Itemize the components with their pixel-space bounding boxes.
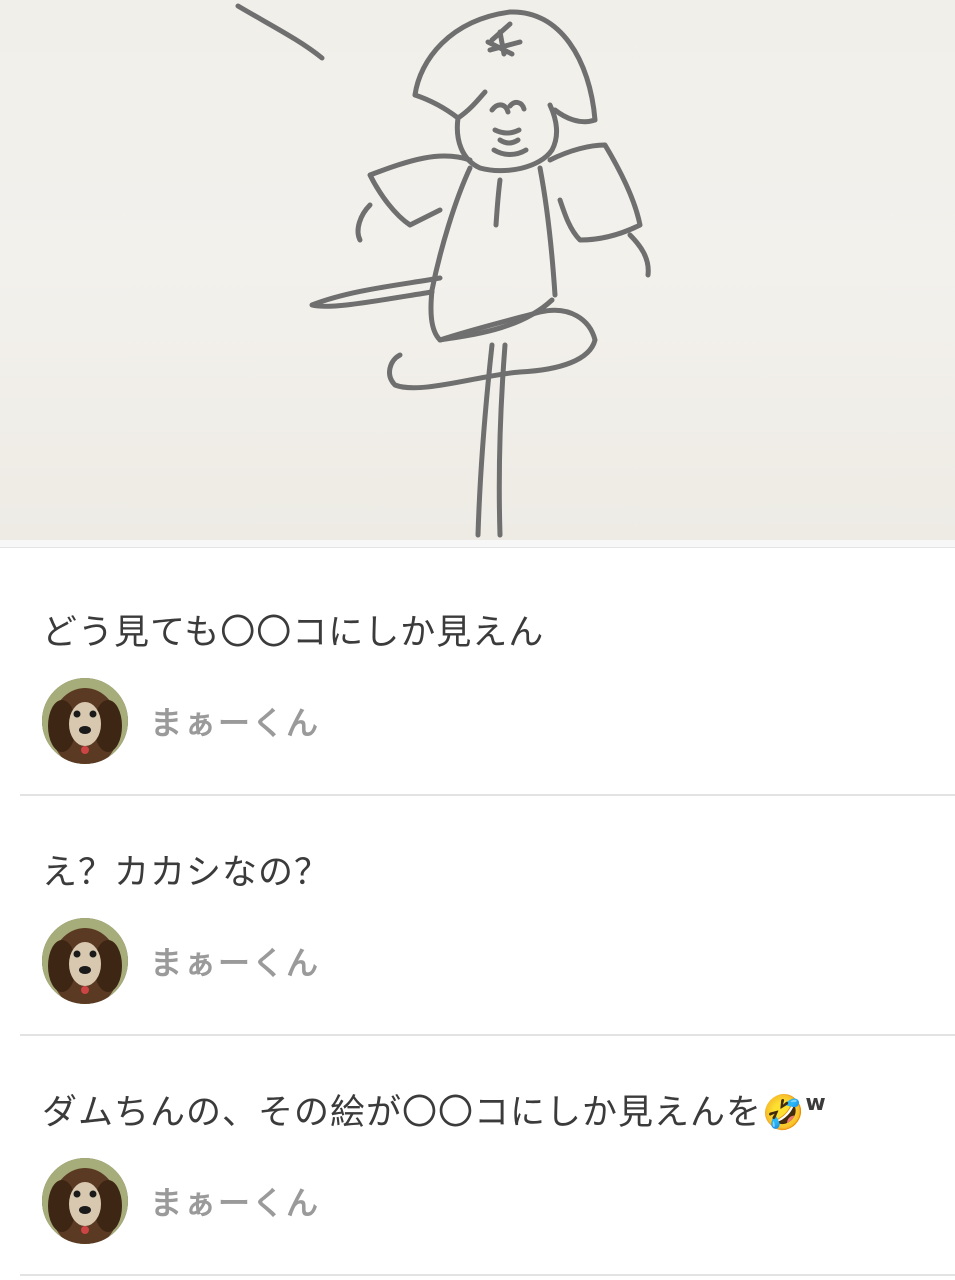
comment-author[interactable]: まぁーくん <box>42 918 320 1004</box>
dog-avatar-icon <box>42 678 128 764</box>
comment-item[interactable]: ダムちんの、その絵が〇〇コにしか見えんを🤣w まぁーくん <box>20 1036 955 1276</box>
comment-text-body: ダムちんの、その絵が〇〇コにしか見えんを <box>42 1093 763 1133</box>
post-photo[interactable] <box>0 0 955 540</box>
author-name[interactable]: まぁーくん <box>150 1178 320 1224</box>
comment-author[interactable]: まぁーくん <box>42 1158 320 1244</box>
comment-text: え？カカシなの？ <box>42 853 331 893</box>
author-name[interactable]: まぁーくん <box>150 698 320 744</box>
comment-text: ダムちんの、その絵が〇〇コにしか見えんを🤣w <box>42 1084 827 1135</box>
dog-avatar-icon <box>42 1158 128 1244</box>
avatar[interactable] <box>42 918 128 1004</box>
divider <box>0 540 955 548</box>
comment-text: どう見ても〇〇コにしか見えん <box>42 613 545 653</box>
child-drawing-image <box>235 3 651 538</box>
rofl-emoji-icon: 🤣 <box>762 1093 806 1133</box>
comment-text-suffix: w <box>805 1091 827 1116</box>
comment-item[interactable]: え？カカシなの？ まぁーくん <box>20 796 955 1036</box>
comment-author[interactable]: まぁーくん <box>42 678 320 764</box>
avatar[interactable] <box>42 678 128 764</box>
avatar[interactable] <box>42 1158 128 1244</box>
author-name[interactable]: まぁーくん <box>150 938 320 984</box>
dog-avatar-icon <box>42 918 128 1004</box>
comment-item[interactable]: どう見ても〇〇コにしか見えん まぁーくん <box>20 556 955 796</box>
